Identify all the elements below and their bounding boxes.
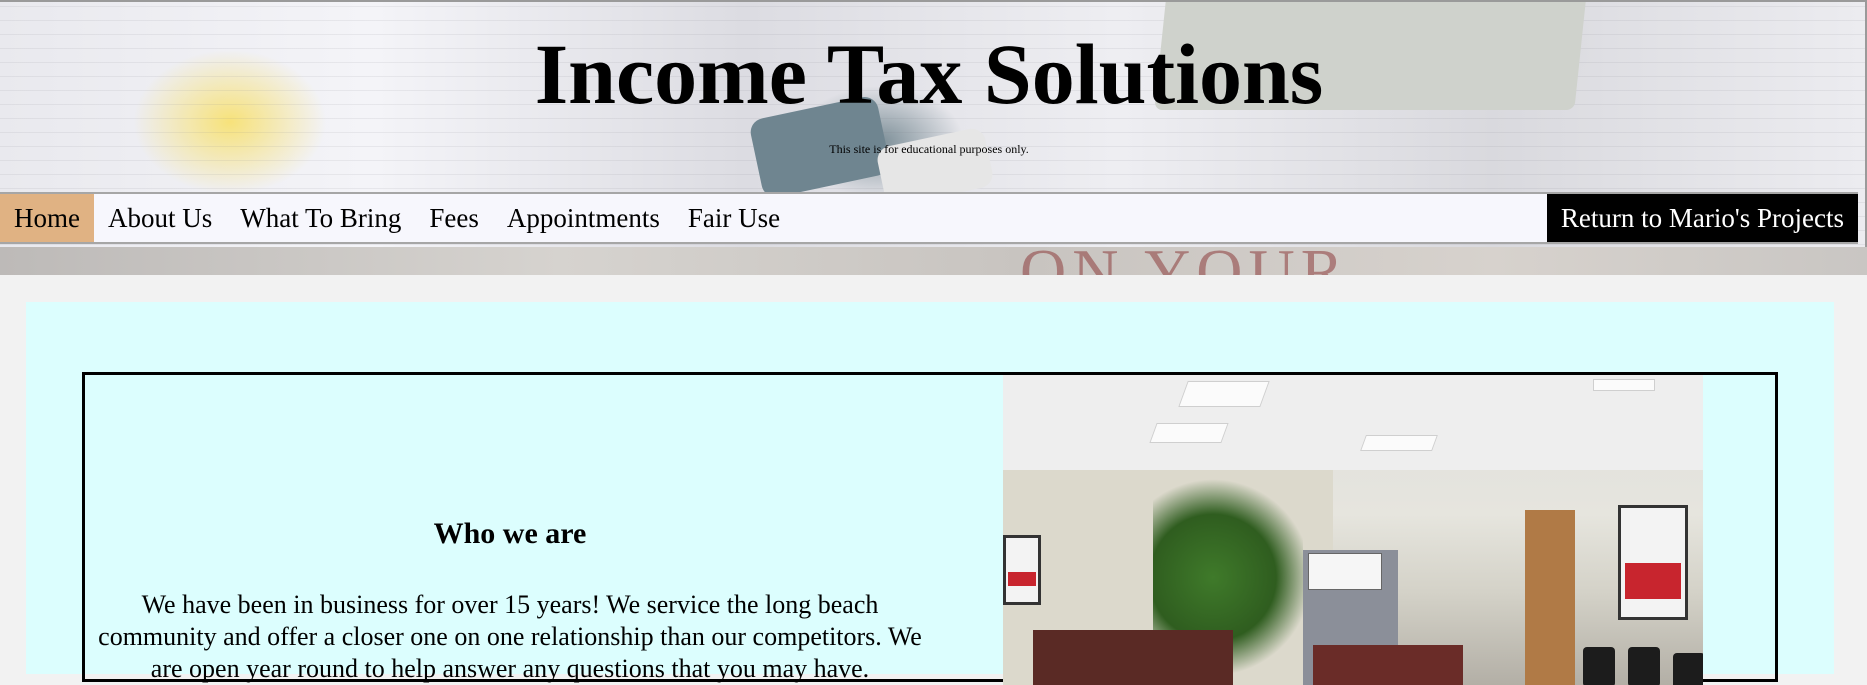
nav-appointments[interactable]: Appointments <box>493 194 674 242</box>
wall-poster-left <box>1003 535 1041 605</box>
return-to-projects-link[interactable]: Return to Mario's Projects <box>1546 194 1858 242</box>
about-paragraph: We have been in business for over 15 yea… <box>98 590 922 683</box>
ceiling-light <box>1593 379 1655 391</box>
about-text-column: Who we are We have been in business for … <box>85 375 935 683</box>
banner-background-text: ON YOUR <box>1020 242 1349 275</box>
about-box: Who we are We have been in business for … <box>82 372 1778 685</box>
site-subtitle: This site is for educational purposes on… <box>829 142 1029 156</box>
main-navigation: Home About Us What To Bring Fees Appoint… <box>0 192 1858 244</box>
waiting-chair <box>1628 647 1660 685</box>
ceiling-light <box>1360 435 1438 451</box>
office-door <box>1525 510 1575 685</box>
nav-about-us[interactable]: About Us <box>94 194 226 242</box>
banner-lower-strip <box>0 247 1867 275</box>
wall-poster-right <box>1618 505 1688 620</box>
nav-fair-use[interactable]: Fair Use <box>674 194 794 242</box>
office-desk <box>1033 630 1233 685</box>
waiting-chair <box>1583 647 1615 685</box>
main-content: Who we are We have been in business for … <box>26 302 1834 685</box>
waiting-chair <box>1673 653 1703 685</box>
nav-home[interactable]: Home <box>0 194 94 242</box>
section-heading: Who we are <box>433 517 587 550</box>
office-photo <box>1003 375 1703 685</box>
ceiling-light <box>1149 423 1229 443</box>
site-title: Income Tax Solutions <box>534 26 1324 122</box>
nav-what-to-bring[interactable]: What To Bring <box>226 194 415 242</box>
nav-fees[interactable]: Fees <box>415 194 493 242</box>
office-desk-2 <box>1313 645 1463 685</box>
cubicle-sign <box>1308 553 1382 590</box>
ceiling-light <box>1178 381 1270 407</box>
